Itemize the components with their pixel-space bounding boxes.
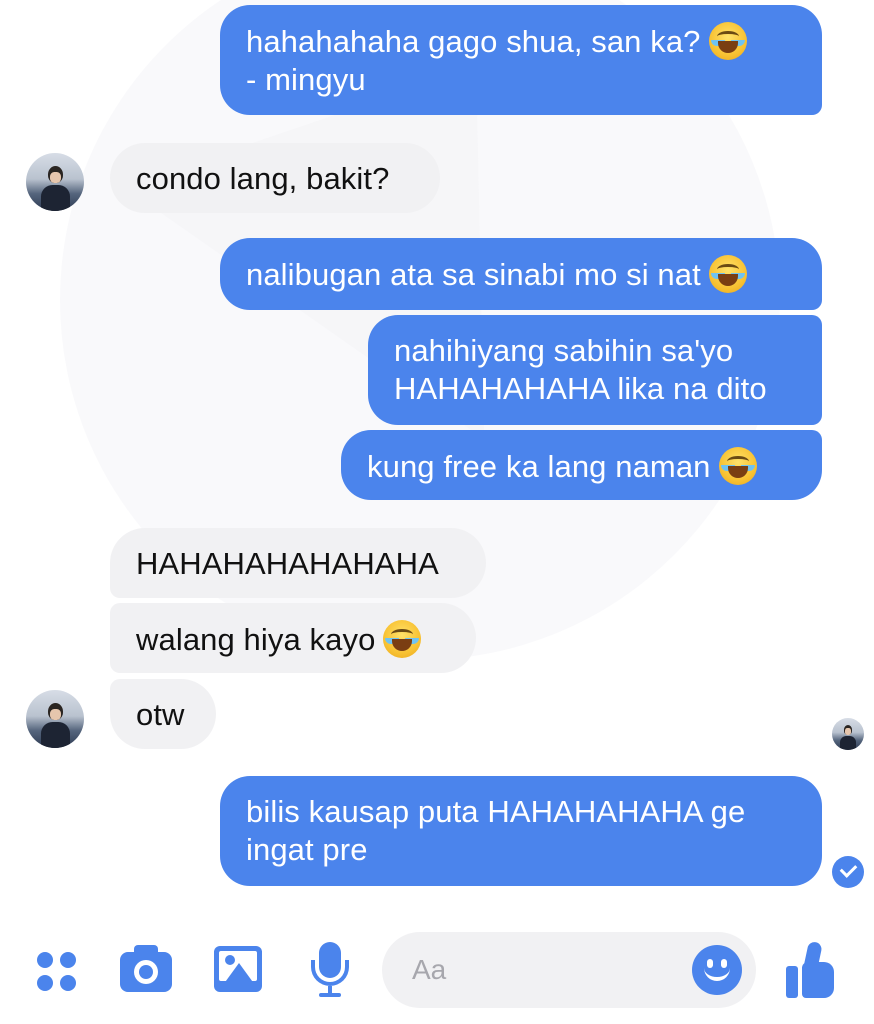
message-bubble-outgoing[interactable]: kung free ka lang naman [341, 430, 822, 500]
message-input-field[interactable] [382, 932, 756, 1008]
message-bubble-incoming[interactable]: condo lang, bakit? [110, 143, 440, 213]
contact-avatar[interactable] [26, 153, 84, 211]
message-text: otw [136, 697, 185, 732]
message-bubble-incoming[interactable]: otw [110, 679, 216, 749]
message-text: kung free ka lang naman [367, 449, 711, 484]
message-bubble-outgoing[interactable]: nahihiyang sabihin sa'yo HAHAHAHAHA lika… [368, 315, 822, 425]
message-text: condo lang, bakit? [136, 161, 390, 196]
check-circle-icon [832, 856, 864, 888]
more-apps-button[interactable] [34, 942, 90, 998]
message-text: nahihiyang sabihin sa'yo [394, 333, 734, 368]
photo-button[interactable] [214, 942, 270, 998]
tears-of-joy-emoji-icon [718, 447, 757, 485]
message-composer [0, 920, 874, 1024]
tears-of-joy-emoji-icon [708, 22, 747, 60]
message-text: HAHAHAHAHA lika na dito [394, 371, 767, 406]
voice-message-button[interactable] [306, 942, 362, 998]
message-input[interactable] [412, 932, 672, 1008]
message-text: HAHAHAHAHAHAHA [136, 546, 439, 581]
read-receipt-avatar [832, 718, 864, 750]
tears-of-joy-emoji-icon [708, 255, 747, 293]
message-text: - mingyu [246, 62, 366, 97]
like-button[interactable] [786, 940, 842, 998]
emoji-icon[interactable] [692, 945, 742, 995]
message-bubble-outgoing[interactable]: nalibugan ata sa sinabi mo si nat [220, 238, 822, 310]
message-text: nalibugan ata sa sinabi mo si nat [246, 257, 701, 292]
message-bubble-outgoing[interactable]: bilis kausap puta HAHAHAHAHA ge ingat pr… [220, 776, 822, 886]
contact-avatar[interactable] [26, 690, 84, 748]
message-text: ingat pre [246, 832, 368, 867]
message-text: walang hiya kayo [136, 622, 376, 657]
message-text: bilis kausap puta HAHAHAHAHA ge [246, 794, 746, 829]
message-bubble-incoming[interactable]: walang hiya kayo [110, 603, 476, 673]
message-bubble-outgoing[interactable]: hahahahaha gago shua, san ka? - mingyu [220, 5, 822, 115]
camera-button[interactable] [120, 942, 176, 998]
message-bubble-incoming[interactable]: HAHAHAHAHAHAHA [110, 528, 486, 598]
tears-of-joy-emoji-icon [383, 620, 422, 658]
message-thread: hahahahaha gago shua, san ka? - mingyu c… [0, 0, 874, 920]
message-text: hahahahaha gago shua, san ka? [246, 24, 701, 59]
